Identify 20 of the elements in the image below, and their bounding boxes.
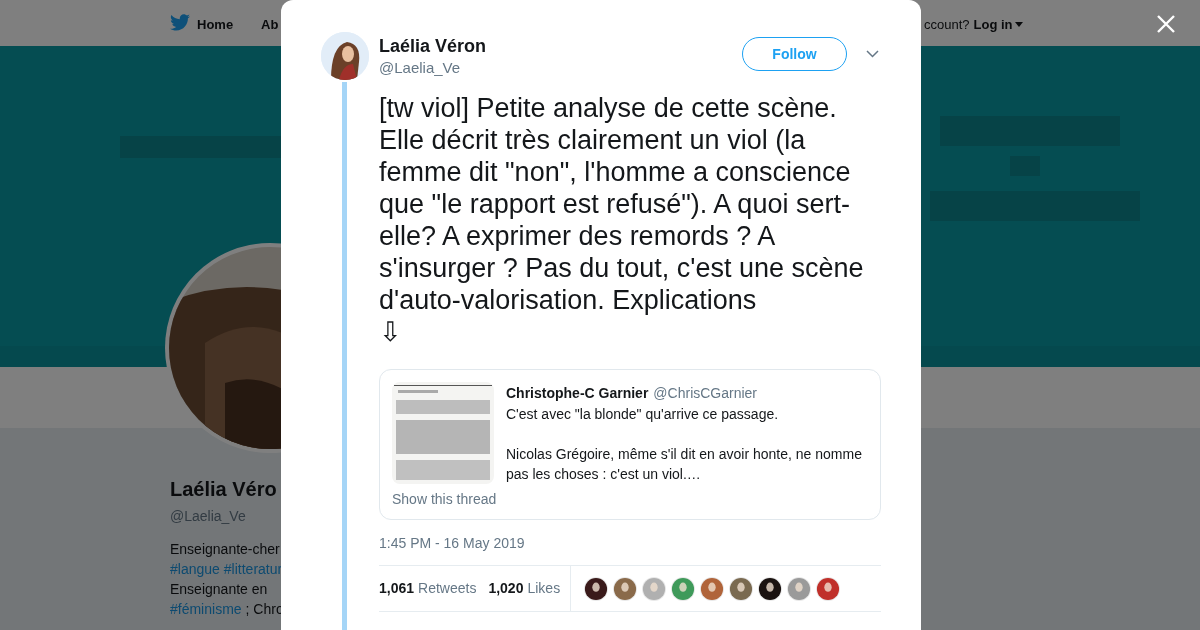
tweet-timestamp: 1:45 PM - 16 May 2019	[379, 534, 525, 553]
home-link[interactable]: Home	[197, 15, 234, 35]
caret-icon	[1014, 22, 1023, 28]
stat-link[interactable]: 1,020 Likes	[488, 578, 561, 599]
account-prompt: ccount?	[924, 16, 970, 34]
about-link[interactable]: Ab	[261, 15, 279, 35]
quoted-author-handle: @ChrisCGarnier	[653, 384, 758, 403]
quoted-author-name: Christophe-C Garnier	[506, 384, 649, 403]
close-icon[interactable]	[1157, 15, 1175, 33]
bio-text: Enseignante-cher	[170, 540, 280, 559]
bio-text: Enseignante en	[170, 580, 268, 599]
quoted-tweet-card[interactable]: Christophe-C Garnier @ChrisCGarnier C'est avec "la blonde" qu'arrive ce passage. Nicolas Grégoire, même s'il dit en avoir honte, ne nomme pas les choses : c'est un viol.… Show this thread	[379, 369, 881, 520]
login-link[interactable]: Log in	[973, 15, 1023, 35]
bird-icon	[170, 14, 190, 31]
quoted-tweet-text: C'est avec "la blonde" qu'arrive ce passage.	[506, 405, 780, 424]
profile-name: Laélia Véro	[170, 477, 278, 502]
stat-link[interactable]: 1,061 Retweets	[379, 578, 477, 599]
quoted-tweet-text: Nicolas Grégoire, même s'il dit en avoir honte, ne nomme pas les choses : c'est un viol.…	[506, 445, 863, 484]
profile-handle: @Laelia_Ve	[170, 507, 247, 526]
show-thread-link[interactable]: Show this thread	[392, 489, 497, 510]
